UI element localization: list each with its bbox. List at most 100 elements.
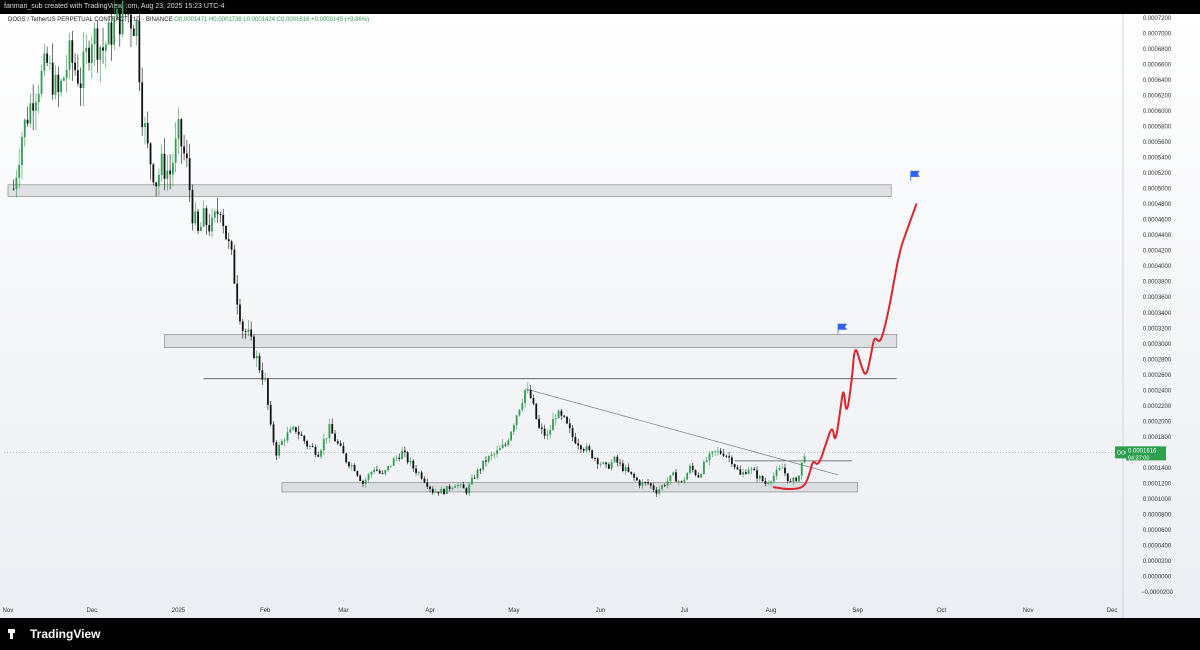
candle-body — [521, 403, 524, 410]
y-tick-label: 0.0000000 — [1143, 574, 1172, 580]
candle-body — [599, 463, 602, 465]
candle-body — [683, 479, 686, 482]
candle-body — [225, 225, 227, 240]
candle-body — [328, 424, 331, 439]
candle-body — [40, 70, 43, 94]
footer-bar: TradingView — [0, 618, 1200, 650]
candle-body — [518, 409, 521, 416]
candle-body — [219, 214, 222, 215]
candle-body — [110, 22, 113, 45]
candle-body — [501, 444, 504, 449]
candle-body — [158, 174, 160, 187]
candle-body — [348, 462, 350, 467]
candle-body — [571, 428, 574, 438]
candle-body — [496, 450, 499, 454]
candle-body — [552, 419, 554, 431]
candle-body — [82, 51, 85, 89]
candle-body — [289, 429, 292, 433]
candle-body — [711, 451, 714, 454]
candle-body — [532, 398, 535, 404]
open-value: O0.0001471 — [174, 17, 208, 23]
x-tick-label: 2025 — [172, 608, 186, 614]
price-chart[interactable]: 0.0007200 0.0007000 0.0006800 0.0006600 0.00… — [0, 0, 1200, 650]
candle-body — [526, 389, 529, 391]
candle-body — [199, 226, 202, 231]
support-resistance-zone — [164, 334, 898, 349]
candle-body — [540, 427, 543, 429]
candle-body — [194, 211, 197, 224]
candle-body — [476, 469, 479, 478]
candle-body — [90, 44, 93, 63]
y-tick-label: 0.0002800 — [1143, 357, 1172, 363]
tradingview-logo[interactable]: TradingView — [8, 627, 100, 641]
candle-body — [244, 330, 247, 333]
candle-body — [331, 424, 334, 434]
candle-body — [448, 486, 451, 489]
x-tick-label: Nov — [1023, 608, 1034, 614]
candle-body — [454, 486, 457, 488]
y-tick-label: 0.0001200 — [1143, 481, 1172, 487]
candle-body — [43, 53, 46, 71]
x-tick-label: Feb — [260, 608, 271, 614]
candle-body — [367, 474, 370, 480]
candle-body — [546, 434, 549, 436]
candle-body — [169, 170, 172, 175]
candle-body — [582, 449, 585, 451]
y-tick-label: 0.0004400 — [1143, 233, 1172, 239]
brand-name: TradingView — [30, 627, 101, 641]
candle-body — [493, 453, 496, 455]
candle-body — [177, 119, 180, 139]
candle-body — [141, 82, 144, 128]
y-tick-label: 0.0003800 — [1143, 280, 1172, 286]
candle-body — [655, 489, 658, 494]
candle-body — [652, 485, 655, 490]
candle-body — [588, 446, 591, 451]
candle-body — [772, 475, 775, 482]
candle-body — [213, 211, 216, 218]
candle-body — [113, 19, 116, 45]
y-tick-label: 0.0004600 — [1143, 218, 1172, 224]
symbol-legend[interactable]: DOGS / TetherUS PERPETUAL CONTRACT · 1D … — [8, 17, 369, 23]
candle-body — [250, 329, 253, 337]
price-tag-value: 0.0001616 — [1128, 448, 1157, 454]
candle-body — [227, 239, 230, 242]
candle-body — [74, 62, 76, 71]
candle-body — [303, 435, 306, 442]
candle-body — [675, 472, 677, 482]
candle-body — [359, 475, 362, 481]
x-tick-label: Sep — [852, 608, 863, 614]
candle-body — [275, 442, 278, 456]
candle-body — [677, 481, 680, 482]
x-tick-label: Dec — [1107, 608, 1118, 614]
candle-body — [627, 467, 630, 472]
candle-body — [85, 47, 88, 52]
candle-body — [803, 456, 806, 463]
candle-body — [144, 123, 146, 128]
candle-body — [781, 467, 784, 469]
candle-body — [21, 137, 23, 165]
candle-body — [300, 434, 303, 436]
candle-body — [185, 153, 188, 159]
candle-body — [188, 158, 191, 191]
candle-body — [35, 102, 37, 111]
candle-body — [666, 481, 669, 486]
candle-body — [697, 474, 700, 478]
y-tick-label: 0.0006200 — [1143, 94, 1172, 100]
y-tick-label: 0.0006000 — [1143, 109, 1172, 115]
candle-body — [205, 208, 208, 226]
candle-body — [756, 470, 758, 479]
candle-body — [557, 410, 560, 419]
candle-body — [208, 225, 211, 232]
candle-body — [630, 471, 633, 474]
candle-body — [638, 480, 641, 486]
y-tick-label: 0.0000600 — [1143, 528, 1172, 534]
candle-body — [342, 445, 345, 454]
candle-body — [758, 476, 761, 479]
candle-body — [719, 450, 722, 454]
candle-body — [563, 415, 566, 417]
x-tick-label: Apr — [425, 608, 434, 614]
candle-body — [65, 69, 68, 78]
candle-body — [88, 47, 90, 63]
candle-body — [54, 74, 57, 95]
candle-body — [440, 488, 443, 494]
